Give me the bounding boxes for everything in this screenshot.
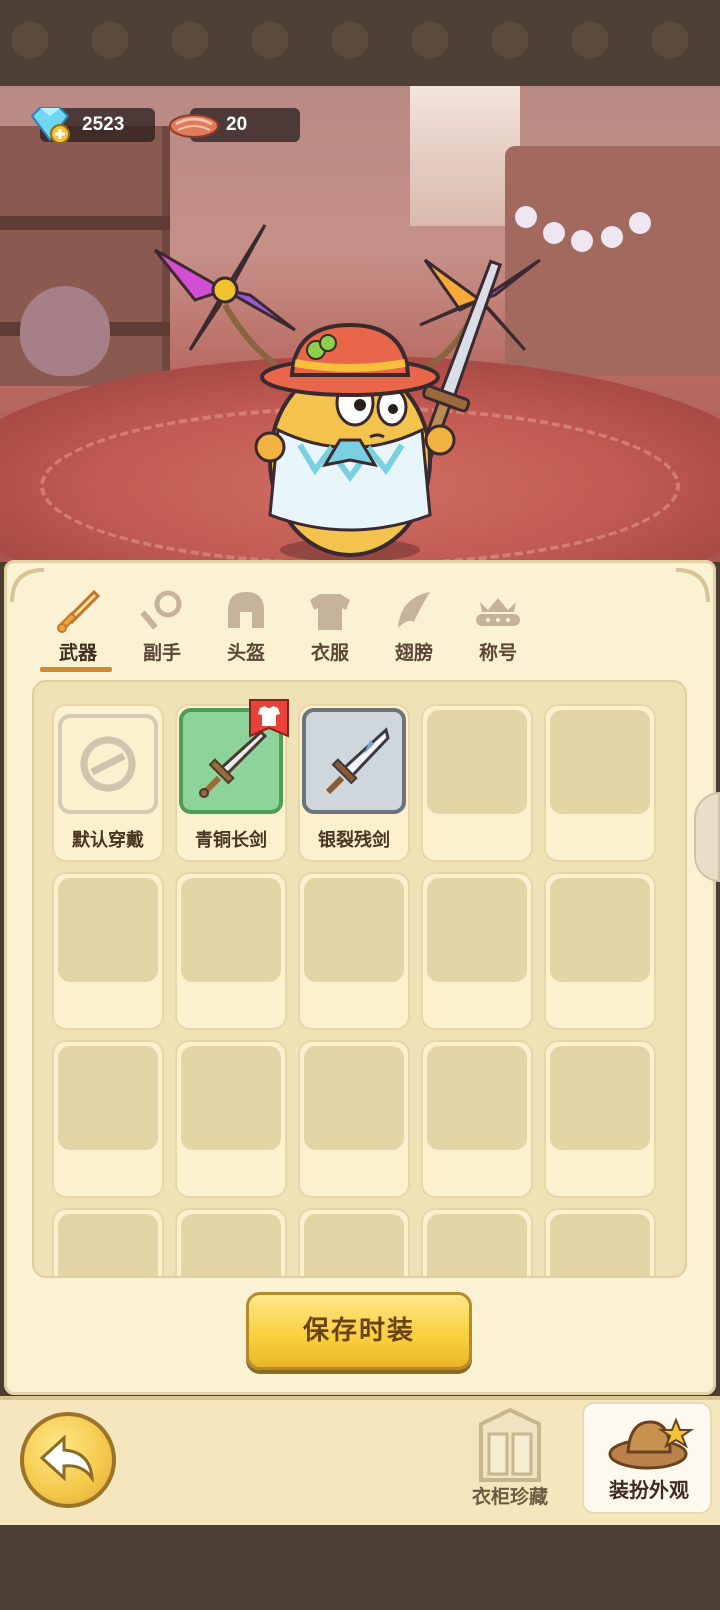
tab-label: 武器	[58, 642, 97, 664]
item-frame	[427, 1046, 527, 1150]
item-frame	[304, 1214, 404, 1276]
back-button[interactable]	[20, 1412, 116, 1508]
item-slot-empty[interactable]	[175, 1208, 287, 1276]
tab-offhand[interactable]: 副手	[122, 582, 202, 672]
item-slot-empty[interactable]	[52, 1208, 164, 1276]
item-frame	[550, 1046, 650, 1150]
wardrobe-collection-button[interactable]: 衣柜珍藏	[455, 1406, 565, 1516]
tab-label: 衣服	[310, 642, 349, 664]
item-slot-default[interactable]: 默认穿戴	[52, 704, 164, 862]
armor-icon	[310, 594, 350, 630]
dress-up-button[interactable]: 装扮外观	[582, 1402, 712, 1514]
item-label: 银裂残剑	[318, 830, 390, 851]
tab-label: 副手	[142, 642, 181, 664]
helmet-icon	[228, 592, 264, 628]
item-label: 青铜长剑	[195, 830, 267, 851]
item-frame	[427, 878, 527, 982]
item-frame	[58, 878, 158, 982]
prohibited-icon	[80, 736, 136, 792]
item-slot-empty[interactable]	[544, 872, 656, 1030]
item-slot-empty[interactable]	[52, 872, 164, 1030]
item-slot-empty[interactable]	[298, 872, 410, 1030]
pearl	[601, 226, 623, 248]
item-label: 默认穿戴	[72, 830, 144, 851]
item-frame	[181, 1214, 281, 1276]
active-tab-indicator	[40, 667, 112, 672]
tab-label: 翅膀	[394, 642, 433, 664]
item-frame	[58, 1046, 158, 1150]
item-slot-empty[interactable]	[421, 704, 533, 862]
offhand-icon	[140, 590, 182, 630]
silver-sword-icon	[325, 727, 390, 795]
corner-ornament	[675, 568, 710, 603]
meat-amount: 20	[226, 114, 248, 135]
bottom-decor-band	[0, 1525, 720, 1610]
pearl	[629, 212, 651, 234]
item-slot-empty[interactable]	[298, 1208, 410, 1276]
hat-icon	[608, 1417, 695, 1470]
top-decor-band	[0, 0, 720, 86]
item-slot-empty[interactable]	[544, 1208, 656, 1276]
item-grid: 默认穿戴 青铜长剑 银裂残剑	[32, 680, 687, 1278]
tab-label: 头盔	[226, 642, 265, 664]
item-slot-empty[interactable]	[544, 704, 656, 862]
item-slot-empty[interactable]	[421, 872, 533, 1030]
item-frame	[181, 1046, 281, 1150]
window	[410, 86, 520, 226]
save-outfit-button[interactable]: 保存时装	[246, 1292, 472, 1370]
item-frame	[304, 878, 404, 982]
item-frame	[550, 878, 650, 982]
item-frame	[58, 1214, 158, 1276]
item-frame	[550, 710, 650, 814]
wardrobe-icon	[479, 1407, 541, 1482]
tab-title[interactable]: 称号	[458, 582, 538, 672]
item-frame	[550, 1214, 650, 1276]
egg-decoration	[20, 286, 110, 376]
tab-clothes[interactable]: 衣服	[290, 582, 370, 672]
item-slot-empty[interactable]	[175, 1040, 287, 1198]
outfit-badge-icon	[249, 699, 289, 738]
tab-helmet[interactable]: 头盔	[206, 582, 286, 672]
item-slot-empty[interactable]	[421, 1208, 533, 1276]
item-slot-empty[interactable]	[52, 1040, 164, 1198]
meat-icon	[169, 114, 219, 138]
wardrobe-label: 衣柜珍藏	[471, 1486, 548, 1508]
item-slot-empty[interactable]	[421, 1040, 533, 1198]
potato-hero-character	[153, 224, 541, 562]
sword-icon	[57, 589, 101, 633]
title-crown-icon	[476, 598, 520, 626]
item-slot-empty[interactable]	[175, 872, 287, 1030]
wings-icon	[398, 592, 430, 628]
item-frame	[427, 1214, 527, 1276]
tab-wings[interactable]: 翅膀	[374, 582, 454, 672]
item-slot-empty[interactable]	[544, 1040, 656, 1198]
item-frame	[304, 1046, 404, 1150]
gem-amount: 2523	[82, 114, 125, 135]
tab-weapon[interactable]: 武器	[38, 582, 118, 672]
back-arrow-icon	[39, 1434, 94, 1484]
shelf-board	[0, 216, 170, 230]
item-frame	[427, 710, 527, 814]
side-expand-tab[interactable]	[694, 792, 720, 882]
category-tabs: 武器 副手 头盔 衣服 翅膀 称号	[38, 582, 558, 672]
gem-plus-icon[interactable]	[26, 106, 72, 144]
tab-label: 称号	[478, 642, 517, 664]
item-slot-empty[interactable]	[298, 1040, 410, 1198]
item-slot-silver-sword[interactable]: 银裂残剑	[298, 704, 410, 862]
item-frame	[181, 878, 281, 982]
dress-up-label: 装扮外观	[609, 1478, 689, 1502]
